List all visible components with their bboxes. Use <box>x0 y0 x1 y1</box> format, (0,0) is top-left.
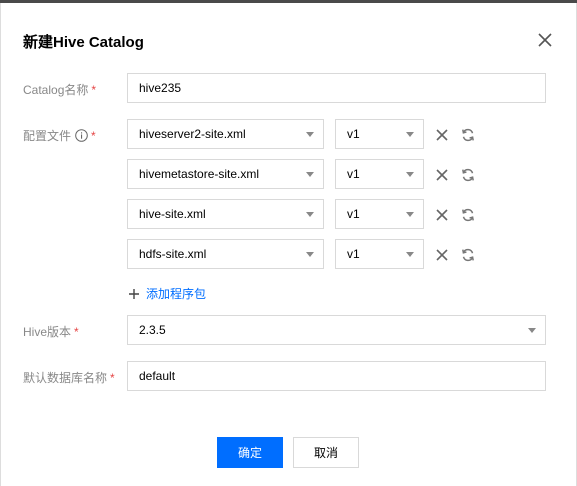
config-version-select-2[interactable]: v1 <box>335 159 424 189</box>
config-files-label: 配置文件 * <box>23 128 96 144</box>
refresh-icon[interactable] <box>460 247 476 263</box>
close-icon[interactable] <box>434 207 450 223</box>
chevron-down-icon <box>406 212 414 217</box>
config-file-select-3[interactable]: hive-site.xml <box>127 199 324 229</box>
catalog-name-input[interactable]: hive235 <box>127 73 546 103</box>
close-icon[interactable] <box>434 247 450 263</box>
close-icon[interactable] <box>434 127 450 143</box>
config-file-select-4[interactable]: hdfs-site.xml <box>127 239 324 269</box>
config-version-select-1[interactable]: v1 <box>335 119 424 149</box>
add-package-link[interactable]: 添加程序包 <box>128 285 206 302</box>
catalog-name-label: Catalog名称 * <box>23 82 97 98</box>
refresh-icon[interactable] <box>460 167 476 183</box>
config-version-select-3[interactable]: v1 <box>335 199 424 229</box>
config-file-select-2[interactable]: hivemetastore-site.xml <box>127 159 324 189</box>
info-icon[interactable] <box>75 129 88 142</box>
hive-version-label: Hive版本 * <box>23 324 79 340</box>
chevron-down-icon <box>528 328 536 333</box>
dialog-title: 新建Hive Catalog <box>23 34 144 51</box>
required-mark: * <box>91 82 97 97</box>
chevron-down-icon <box>306 252 314 257</box>
config-version-select-4[interactable]: v1 <box>335 239 424 269</box>
chevron-down-icon <box>306 132 314 137</box>
chevron-down-icon <box>406 252 414 257</box>
required-mark: * <box>110 370 115 385</box>
config-file-select-1[interactable]: hiveserver2-site.xml <box>127 119 324 149</box>
required-mark: * <box>74 324 79 339</box>
default-db-input[interactable]: default <box>127 361 546 391</box>
plus-icon <box>129 288 139 299</box>
chevron-down-icon <box>406 132 414 137</box>
close-icon[interactable] <box>434 167 450 183</box>
close-icon[interactable] <box>536 31 554 49</box>
new-hive-catalog-dialog: 新建Hive Catalog Catalog名称 * hive235 配置文件 … <box>0 3 577 486</box>
confirm-button[interactable]: 确定 <box>217 437 283 468</box>
refresh-icon[interactable] <box>460 127 476 143</box>
chevron-down-icon <box>306 212 314 217</box>
required-mark: * <box>91 128 96 143</box>
refresh-icon[interactable] <box>460 207 476 223</box>
chevron-down-icon <box>406 172 414 177</box>
default-db-label: 默认数据库名称 * <box>23 370 115 386</box>
hive-version-select[interactable]: 2.3.5 <box>127 315 546 345</box>
chevron-down-icon <box>306 172 314 177</box>
cancel-button[interactable]: 取消 <box>293 437 359 468</box>
